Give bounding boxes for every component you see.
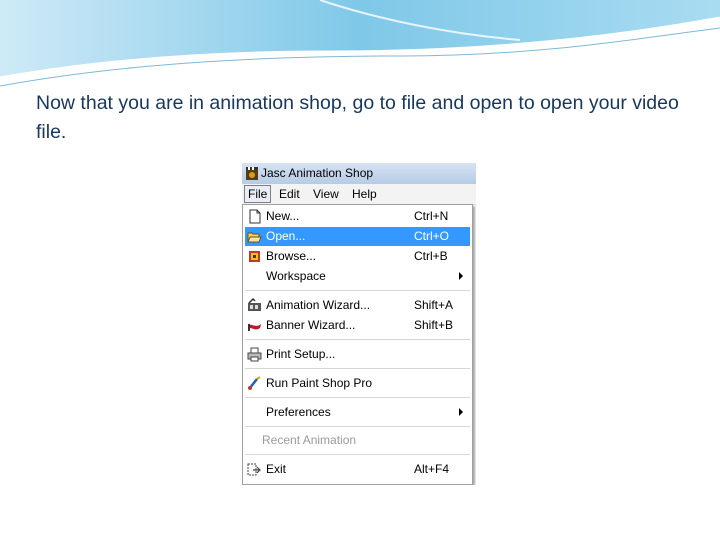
menu-item-exit[interactable]: Exit Alt+F4	[245, 460, 470, 479]
paint-brush-icon	[248, 376, 261, 390]
menu-file[interactable]: File	[244, 185, 272, 203]
menu-item-recent-animation: Recent Animation	[262, 433, 357, 447]
animation-wizard-icon	[248, 298, 261, 311]
instruction-caption: Now that you are in animation shop, go t…	[36, 92, 679, 143]
menu-separator	[245, 454, 470, 455]
menu-separator	[245, 426, 470, 427]
menu-separator	[245, 397, 470, 398]
menu-item-run-paint-shop-pro[interactable]: Run Paint Shop Pro	[245, 374, 470, 393]
menu-item-workspace[interactable]: Workspace	[245, 267, 470, 286]
menu-separator	[245, 290, 470, 291]
banner-wizard-icon	[248, 324, 261, 331]
open-folder-icon	[247, 232, 262, 243]
menu-item-print-setup[interactable]: Print Setup...	[245, 345, 470, 364]
new-document-icon	[249, 209, 261, 224]
menu-edit[interactable]: Edit	[279, 186, 300, 202]
menu-view[interactable]: View	[313, 186, 339, 202]
header-wave-decoration	[0, 0, 720, 87]
menu-separator	[245, 368, 470, 369]
window-titlebar: Jasc Animation Shop	[242, 163, 476, 184]
window-title: Jasc Animation Shop	[261, 166, 374, 180]
menu-item-banner-wizard[interactable]: Banner Wizard... Shift+B	[245, 316, 470, 335]
printer-icon	[247, 347, 262, 362]
film-clapper-icon	[246, 167, 258, 180]
exit-icon	[247, 463, 261, 476]
menu-item-new[interactable]: New... Ctrl+N	[245, 207, 470, 226]
menu-bar: File Edit View Help	[242, 184, 476, 205]
menu-item-browse[interactable]: Browse... Ctrl+B	[245, 247, 470, 266]
menu-item-preferences[interactable]: Preferences	[245, 403, 470, 422]
animation-shop-screenshot: Jasc Animation Shop File Edit View Help …	[242, 163, 476, 485]
file-menu-dropdown: New... Ctrl+N Open... Ctrl+O Browse... C…	[242, 204, 473, 485]
menu-item-animation-wizard[interactable]: Animation Wizard... Shift+A	[245, 296, 470, 315]
submenu-arrow-icon	[459, 408, 463, 416]
submenu-arrow-icon	[459, 272, 463, 280]
browse-icon	[249, 251, 260, 262]
menu-item-open[interactable]: Open... Ctrl+O	[245, 227, 470, 246]
menu-separator	[245, 339, 470, 340]
menu-help[interactable]: Help	[352, 186, 377, 202]
